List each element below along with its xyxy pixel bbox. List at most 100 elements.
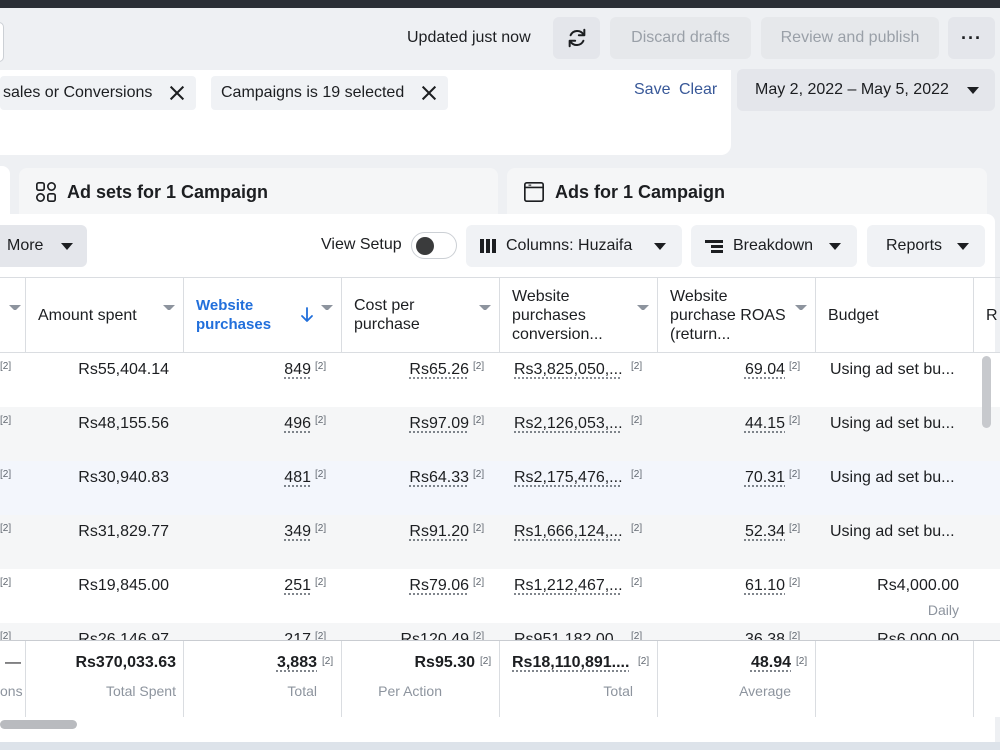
column-header-cost-per-purchase[interactable]: Cost per purchase: [354, 277, 499, 353]
top-toolbar: Updated just now Discard drafts Review a…: [0, 8, 1000, 70]
view-setup-toggle[interactable]: [411, 232, 457, 259]
columns-button[interactable]: Columns: Huzaifa: [466, 225, 682, 267]
conversion-value-cell[interactable]: Rs2,126,053,...: [514, 415, 623, 433]
filter-chip-campaigns[interactable]: Campaigns is 19 selected: [211, 76, 448, 110]
more-options-button[interactable]: ···: [948, 17, 995, 59]
budget-cell[interactable]: Using ad set bu...: [830, 523, 955, 541]
table-row[interactable]: [2] Rs55,404.14 849 [2] Rs65.26 [2] Rs3,825,05…: [0, 353, 1000, 407]
conversion-value-cell[interactable]: Rs1,666,124,...: [514, 523, 623, 541]
cost-per-purchase-cell[interactable]: Rs64.33: [409, 469, 469, 487]
breakdown-button[interactable]: Breakdown: [691, 225, 857, 267]
header-label: R: [986, 306, 998, 324]
filter-chip-objective[interactable]: sales or Conversions: [0, 76, 196, 110]
budget-cell[interactable]: Rs4,000.00: [877, 577, 959, 595]
cost-per-purchase-cell[interactable]: Rs97.09: [409, 415, 469, 433]
date-range-picker[interactable]: May 2, 2022 – May 5, 2022: [737, 69, 995, 111]
website-purchases-cell[interactable]: 496: [284, 415, 311, 433]
roas-cell[interactable]: 69.04: [745, 361, 785, 379]
total-roas-label: Average: [739, 683, 791, 699]
chevron-down-icon: [654, 243, 666, 250]
columns-label: Columns: Huzaifa: [506, 237, 633, 254]
amount-spent-cell: Rs31,829.77: [78, 523, 169, 540]
roas-cell[interactable]: 61.10: [745, 577, 785, 595]
info-marker: [2]: [473, 361, 485, 372]
total-dash: —: [5, 654, 21, 671]
discard-drafts-button[interactable]: Discard drafts: [610, 17, 751, 59]
divider: [973, 641, 974, 717]
save-filter-link[interactable]: Save: [634, 81, 670, 99]
divider: [499, 641, 500, 717]
column-header-budget[interactable]: Budget: [828, 277, 973, 353]
info-marker: [2]: [473, 523, 485, 534]
amount-spent-cell: Rs30,940.83: [78, 469, 169, 486]
review-and-publish-button[interactable]: Review and publish: [761, 17, 939, 59]
cost-per-purchase-cell[interactable]: Rs79.06: [409, 577, 469, 595]
clear-filter-link[interactable]: Clear: [679, 81, 717, 99]
info-marker: [2]: [0, 577, 12, 588]
cost-per-purchase-cell[interactable]: Rs65.26: [409, 361, 469, 379]
website-purchases-cell[interactable]: 481: [284, 469, 311, 487]
sort-icon: [163, 305, 175, 317]
cost-per-purchase-cell[interactable]: Rs91.20: [409, 523, 469, 541]
total-website-purchases[interactable]: 3,883: [277, 654, 317, 672]
column-header-conversion-value[interactable]: Website purchases conversion...: [512, 277, 657, 353]
filter-chip-label: Campaigns is 19 selected: [221, 84, 405, 101]
close-icon[interactable]: [420, 84, 438, 102]
column-header-roas[interactable]: Website purchase ROAS (return...: [670, 277, 815, 353]
date-range-label: May 2, 2022 – May 5, 2022: [755, 81, 949, 98]
roas-cell[interactable]: 52.34: [745, 523, 785, 541]
total-roas[interactable]: 48.94: [751, 654, 791, 672]
info-marker: [2]: [631, 523, 643, 534]
sort-icon: [795, 305, 807, 317]
info-marker: [2]: [789, 469, 801, 480]
totals-row: — ons Rs370,033.63 Total Spent 3,883 [2]…: [0, 640, 1000, 717]
sort-icon: [637, 305, 649, 317]
tab-ad-sets-label: Ad sets for 1 Campaign: [67, 181, 269, 202]
view-setup-label: View Setup: [321, 236, 402, 253]
horizontal-scrollbar[interactable]: [0, 720, 77, 729]
divider: [25, 641, 26, 717]
budget-cell[interactable]: Using ad set bu...: [830, 469, 955, 487]
column-header-partial[interactable]: [0, 277, 25, 353]
conversion-value-cell[interactable]: Rs3,825,050,...: [514, 361, 623, 379]
sort-icon: [321, 305, 333, 317]
info-marker: [2]: [473, 577, 485, 588]
table-row[interactable]: [2] Rs30,940.83 481 [2] Rs64.33 [2] Rs2,175,47…: [0, 461, 1000, 515]
website-purchases-cell[interactable]: 349: [284, 523, 311, 541]
more-dropdown-button[interactable]: More: [0, 225, 87, 267]
info-marker: [2]: [0, 469, 12, 480]
column-header-website-purchases[interactable]: Website purchases: [196, 277, 341, 353]
info-marker: [2]: [631, 469, 643, 480]
tab-campaigns-stub[interactable]: [0, 166, 10, 216]
reports-button[interactable]: Reports: [867, 225, 985, 267]
info-marker: [2]: [315, 577, 327, 588]
header-label: Website purchases conversion...: [512, 287, 603, 343]
roas-cell[interactable]: 70.31: [745, 469, 785, 487]
table-row[interactable]: [2] Rs48,155.56 496 [2] Rs97.09 [2] Rs2,126,05…: [0, 407, 1000, 461]
info-marker: [2]: [631, 577, 643, 588]
conversion-value-cell[interactable]: Rs1,212,467,...: [514, 577, 623, 595]
table-row[interactable]: [2] Rs19,845.00 251 [2] Rs79.06 [2] Rs1,212,46…: [0, 569, 1000, 623]
info-marker: [2]: [480, 656, 492, 667]
conversion-value-cell[interactable]: Rs2,175,476,...: [514, 469, 623, 487]
filter-panel: sales or Conversions Campaigns is 19 sel…: [0, 70, 731, 155]
roas-cell[interactable]: 44.15: [745, 415, 785, 433]
table-row[interactable]: [2] Rs31,829.77 349 [2] Rs91.20 [2] Rs1,666,12…: [0, 515, 1000, 569]
tab-ad-sets[interactable]: Ad sets for 1 Campaign: [19, 168, 498, 216]
budget-cell[interactable]: Using ad set bu...: [830, 415, 955, 433]
left-control-stub[interactable]: [0, 22, 4, 62]
total-amount-spent-label: Total Spent: [105, 683, 176, 699]
info-marker: [2]: [789, 577, 801, 588]
website-purchases-cell[interactable]: 251: [284, 577, 311, 595]
info-marker: [2]: [0, 523, 12, 534]
total-conversion-value[interactable]: Rs18,110,891....: [512, 654, 629, 672]
sort-icon: [479, 305, 491, 317]
refresh-button[interactable]: [553, 17, 600, 59]
website-purchases-cell[interactable]: 849: [284, 361, 311, 379]
tab-ads[interactable]: Ads for 1 Campaign: [507, 168, 987, 216]
close-icon[interactable]: [168, 84, 186, 102]
column-header-partial-right[interactable]: R: [986, 277, 1000, 353]
vertical-scrollbar[interactable]: [982, 356, 991, 428]
column-header-amount-spent[interactable]: Amount spent: [38, 277, 183, 353]
budget-cell[interactable]: Using ad set bu...: [830, 361, 955, 379]
